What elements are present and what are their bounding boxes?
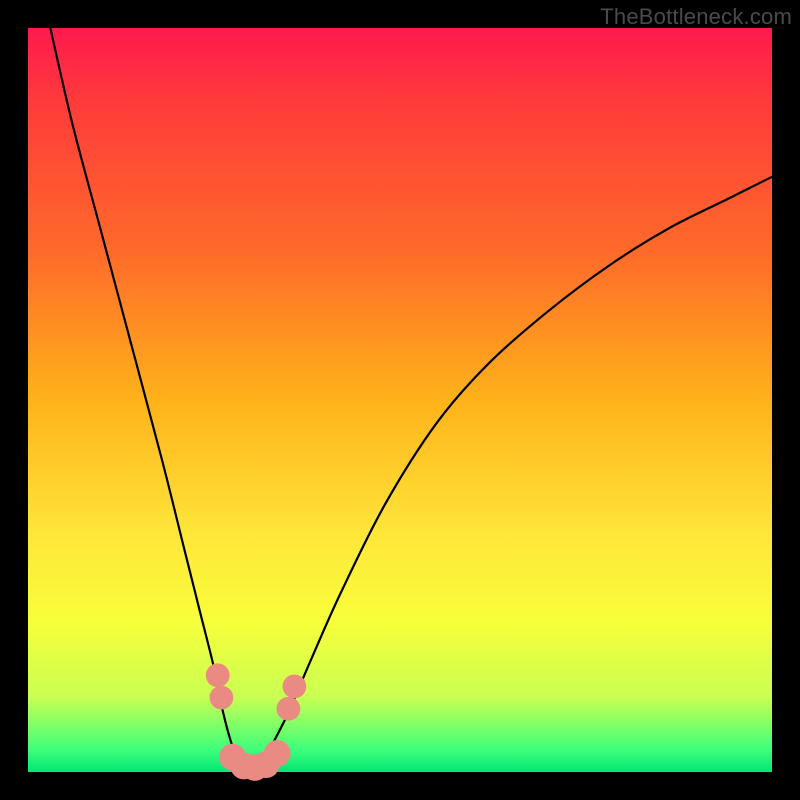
bottleneck-curve: [50, 28, 772, 772]
chart-frame: TheBottleneck.com: [0, 0, 800, 800]
marker-left-cluster-lower: [210, 686, 234, 710]
marker-bottom-right: [264, 740, 291, 767]
marker-left-cluster-upper: [206, 663, 230, 687]
marker-group: [206, 663, 306, 781]
watermark-text: TheBottleneck.com: [600, 4, 792, 30]
chart-svg: [28, 28, 772, 772]
marker-right-cluster-upper: [283, 675, 307, 699]
marker-right-cluster-lower: [277, 697, 301, 721]
plot-area: [28, 28, 772, 772]
